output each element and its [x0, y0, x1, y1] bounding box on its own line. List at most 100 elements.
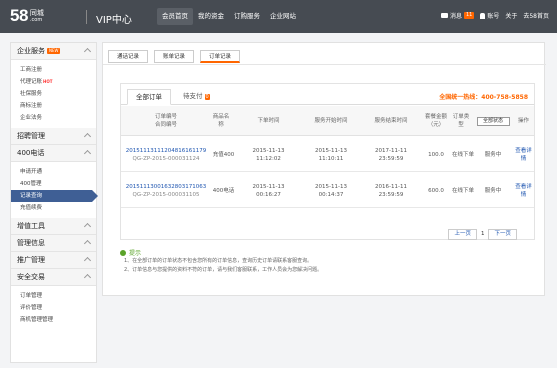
- hotline-text: 全国统一热线：400-758-5858: [439, 94, 528, 101]
- sidebar-item-recharge[interactable]: 充值续费: [11, 202, 96, 214]
- table-row: 20151113111204816161179 QG-ZP-2015-00003…: [121, 137, 534, 172]
- pagination: 上一页 1 下一页: [444, 229, 517, 240]
- account-link[interactable]: 账号: [480, 11, 499, 20]
- chevron-up-icon: [83, 47, 92, 56]
- order-number-link[interactable]: 20151113111204816161179: [126, 147, 206, 155]
- contract-number: QG-ZP-2015-000031124: [132, 155, 200, 162]
- service-end: 2016-11-11 23:59:59: [375, 183, 407, 198]
- messages-link[interactable]: 消息 11: [440, 11, 475, 20]
- sidebar: 企业服务 NEW 工商注册 代理记账HOT 社保服务 商标注册 企业法务 招聘管理…: [10, 42, 98, 363]
- sidebar-section-promo[interactable]: 推广管理: [11, 252, 96, 269]
- sidebar-item-leads[interactable]: 商机管理管理: [11, 314, 96, 326]
- col-service-start: 服务开始时间: [314, 118, 348, 124]
- order-time: 2015-11-13 00:16:27: [252, 183, 285, 198]
- col-service-end: 服务结束时间: [374, 118, 408, 124]
- back-home-link[interactable]: 去58首页: [523, 11, 549, 20]
- amount: 600.0: [428, 187, 444, 194]
- user-icon: [480, 12, 486, 19]
- sidebar-section-enterprise[interactable]: 企业服务 NEW: [11, 43, 96, 60]
- chevron-up-icon: [83, 256, 92, 265]
- order-status: 服务中: [484, 151, 502, 158]
- logo-cn: 同城: [29, 9, 44, 17]
- next-page-button[interactable]: 下一页: [488, 229, 517, 240]
- sidebar-item-legal[interactable]: 企业法务: [11, 112, 96, 124]
- site-logo[interactable]: 58 同城 .com: [10, 6, 44, 26]
- chevron-up-icon: [83, 132, 92, 141]
- pending-count-badge: 0: [204, 94, 210, 100]
- service-start: 2015-11-13 00:14:37: [315, 183, 347, 198]
- sidebar-section-recruit[interactable]: 招聘管理: [11, 128, 96, 145]
- sidebar-item-400-manage[interactable]: 400管理: [11, 178, 96, 190]
- tab-all-orders[interactable]: 全部订单: [127, 89, 171, 105]
- order-sub-tabs: 全部订单 待支付 0 全国统一热线：400-758-5858: [121, 84, 534, 105]
- contract-number: QG-ZP-2015-000031105: [132, 191, 200, 198]
- sidebar-section-tools[interactable]: 增值工具: [11, 218, 96, 235]
- col-order-time: 下单时间: [257, 118, 280, 124]
- sidebar-item-bookkeeping[interactable]: 代理记账HOT: [11, 76, 96, 88]
- messages-badge: 11: [463, 12, 475, 19]
- chevron-up-icon: [83, 149, 92, 158]
- new-badge: NEW: [47, 48, 61, 54]
- tab-pending-orders[interactable]: 待支付 0: [175, 89, 218, 105]
- sidebar-item-business-registration[interactable]: 工商注册: [11, 64, 96, 76]
- sidebar-section-info[interactable]: 管理信息: [11, 235, 96, 252]
- current-page[interactable]: 1: [481, 229, 485, 240]
- sidebar-item-reviews[interactable]: 评价管理: [11, 302, 96, 314]
- sidebar-item-orders[interactable]: 订单管理: [11, 290, 96, 302]
- table-header: 订单编号 合同编号 商品名称 下单时间 服务开始时间 服务结束时间 套餐金额 （…: [121, 106, 534, 136]
- col-action: 操作: [517, 118, 529, 124]
- tab-bill-records[interactable]: 账单记录: [154, 50, 194, 63]
- col-product: 商品名称: [212, 114, 230, 128]
- tab-order-records[interactable]: 订单记录: [200, 50, 240, 63]
- divider: [103, 64, 546, 65]
- sidebar-item-social-security[interactable]: 社保服务: [11, 88, 96, 100]
- nav-member-home[interactable]: 会员首页: [157, 8, 193, 25]
- logo-divider: [86, 10, 87, 24]
- view-details-link[interactable]: 查看详情: [513, 183, 534, 199]
- sidebar-item-record-query[interactable]: 记录查询: [11, 190, 98, 202]
- product-name: 充值400: [212, 151, 235, 158]
- main-nav: 会员首页 我的资金 订购服务 企业网站: [157, 8, 301, 25]
- tab-call-records[interactable]: 通话记录: [108, 50, 148, 63]
- order-number-link[interactable]: 20151113001632803171063: [126, 183, 206, 191]
- service-start: 2015-11-13 11:10:11: [315, 147, 347, 162]
- table-row: 20151113001632803171063 QG-ZP-2015-00003…: [121, 173, 534, 208]
- nav-company-site[interactable]: 企业网站: [265, 8, 301, 25]
- order-status: 服务中: [484, 187, 502, 194]
- message-icon: [440, 13, 448, 18]
- col-order-type: 订单类型: [452, 114, 470, 128]
- tips-box: 提示 1、在全部订单的订单状态不包含您所有的订单信息，查询历史订单请联系客服查询…: [120, 248, 420, 275]
- chevron-up-icon: [83, 222, 92, 231]
- sidebar-item-apply[interactable]: 申请开通: [11, 166, 96, 178]
- logo-number: 58: [10, 6, 28, 25]
- chevron-up-icon: [83, 239, 92, 248]
- col-order-no: 订单编号 合同编号: [154, 114, 177, 128]
- nav-my-funds[interactable]: 我的资金: [193, 8, 229, 25]
- sidebar-section-400[interactable]: 400电话: [11, 145, 96, 162]
- order-type: 在线下单: [451, 151, 474, 158]
- info-icon: [120, 249, 126, 256]
- status-filter-select[interactable]: 全部状态: [476, 116, 510, 126]
- logo-com: .com: [29, 17, 43, 23]
- page-title: VIP中心: [96, 15, 132, 26]
- view-details-link[interactable]: 查看详情: [513, 147, 534, 163]
- main-panel: 通话记录 账单记录 订单记录 全部订单 待支付 0 全国统一热线：400-758-…: [102, 42, 546, 296]
- sidebar-item-trademark[interactable]: 商标注册: [11, 100, 96, 112]
- tip-line: 2、订单信息与您提供的资料不符的订单，请与我们客服联系，工作人员会为您解决问题。: [124, 267, 323, 273]
- col-status: 全部状态: [471, 106, 513, 136]
- amount: 100.0: [428, 151, 444, 158]
- hot-badge: HOT: [43, 79, 53, 84]
- top-bar: 58 同城 .com VIP中心 会员首页 我的资金 订购服务 企业网站 消息 …: [0, 0, 557, 33]
- order-type: 在线下单: [451, 187, 474, 194]
- prev-page-button[interactable]: 上一页: [448, 229, 477, 240]
- tips-title: 提示: [129, 250, 142, 257]
- service-end: 2017-11-11 23:59:59: [375, 147, 407, 162]
- product-name: 400电话: [212, 187, 235, 194]
- sidebar-section-trade[interactable]: 安全交易: [11, 269, 96, 286]
- nav-order-service[interactable]: 订购服务: [229, 8, 265, 25]
- about-link[interactable]: 关于: [505, 11, 517, 20]
- top-right-links: 消息 11 账号 关于 去58首页: [435, 11, 549, 20]
- record-tabs: 通话记录 账单记录 订单记录: [108, 50, 246, 63]
- order-time: 2015-11-13 11:12:02: [252, 147, 285, 162]
- tip-line: 1、在全部订单的订单状态不包含您所有的订单信息，查询历史订单请联系客服查询。: [124, 258, 313, 264]
